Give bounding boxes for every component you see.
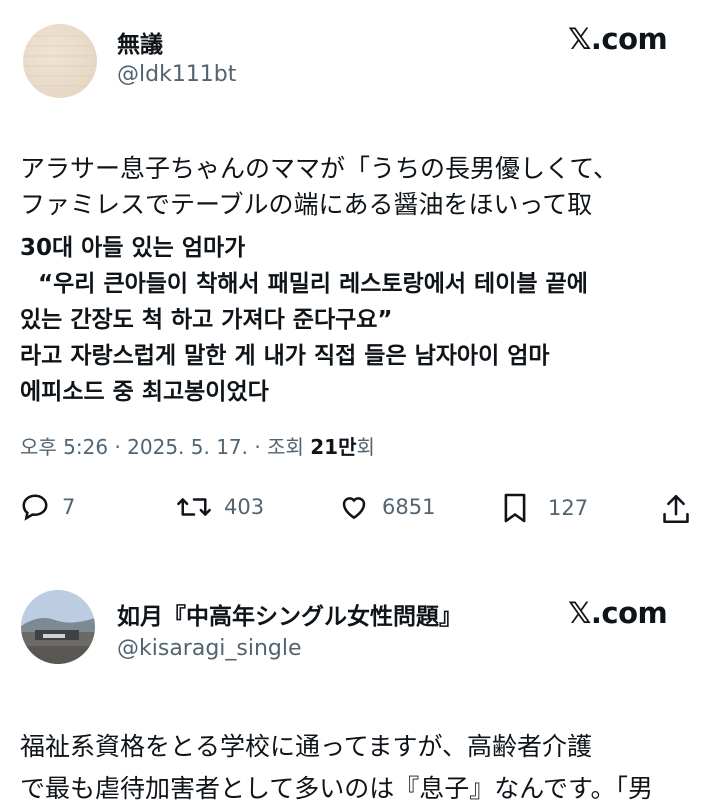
like-button[interactable]: 6851 (338, 492, 435, 522)
views-suffix: 회 (356, 435, 375, 459)
reply-button[interactable]: 7 (20, 492, 75, 522)
share-button[interactable] (662, 493, 690, 529)
repost-count: 403 (224, 495, 265, 519)
bookmark-icon (504, 493, 526, 523)
post-text-korean: 30대 아들 있는 엄마가 “우리 큰아들이 착해서 패밀리 레스토랑에서 테이… (20, 230, 588, 410)
text-line: 30대 아들 있는 엄마가 (20, 235, 246, 261)
text-line: ファミレスでテーブルの端にある醤油をほいって取 (20, 190, 593, 219)
post-text-japanese: アラサー息子ちゃんのママが「うちの長男優しくて、 ファミレスでテーブルの端にある… (20, 151, 618, 223)
share-icon (663, 495, 689, 523)
separator: · (254, 435, 261, 459)
post-date[interactable]: 2025. 5. 17. (127, 435, 248, 459)
source-label: 𝕏.com (568, 22, 668, 56)
text-line: で最も虐待加害者として多いのは『息子』なんです。「男 (20, 774, 654, 803)
text-line: 에피소드 중 최고봉이었다 (20, 379, 269, 405)
text-line: 라고 자랑스럽게 말한 게 내가 직접 들은 남자아이 엄마 (20, 343, 550, 369)
display-name[interactable]: 如月『中高年シングル女性問題』 (117, 597, 462, 631)
reply-count: 7 (62, 495, 76, 519)
text-line: アラサー息子ちゃんのママが「うちの長男優しくて、 (20, 154, 619, 183)
user-handle[interactable]: @kisaragi_single (117, 636, 302, 661)
display-name[interactable]: 無議 (117, 25, 163, 59)
avatar[interactable] (21, 590, 95, 664)
avatar[interactable] (23, 24, 97, 98)
text-line: 福祉系資格をとる学校に通ってますが、高齢者介護 (20, 732, 593, 761)
bookmark-button[interactable]: 127 (502, 492, 588, 524)
views-count: 21만 (310, 435, 357, 459)
bookmark-count: 127 (548, 496, 589, 520)
like-count: 6851 (382, 495, 436, 519)
post-time[interactable]: 오후 5:26 (20, 435, 108, 459)
repost-icon (177, 498, 211, 516)
reply-icon (22, 494, 48, 521)
post-text-japanese: 福祉系資格をとる学校に通ってますが、高齢者介護 で最も虐待加害者として多いのは『… (20, 726, 653, 810)
like-icon (342, 497, 366, 520)
text-line: 있는 간장도 척 하고 가져다 준다구요” (20, 307, 393, 333)
repost-button[interactable]: 403 (176, 492, 264, 522)
source-label: 𝕏.com (568, 596, 668, 630)
text-line: “우리 큰아들이 착해서 패밀리 레스토랑에서 테이블 끝에 (30, 271, 588, 297)
views-prefix: 조회 (267, 435, 304, 459)
user-handle[interactable]: @ldk111bt (117, 62, 236, 87)
post-meta: 오후 5:26 · 2025. 5. 17. · 조회 21만회 (20, 431, 375, 460)
separator: · (114, 435, 121, 459)
